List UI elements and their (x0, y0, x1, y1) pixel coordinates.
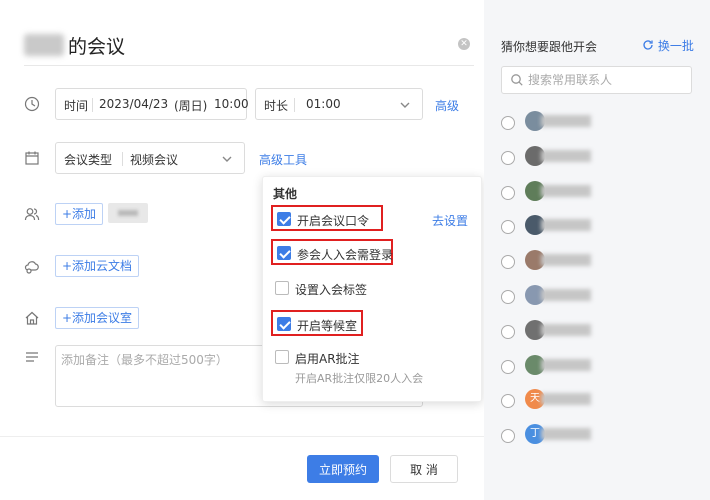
ar-annotation-note: 开启AR批注仅限20人入会 (295, 372, 424, 385)
suggestion-panel: 猜你想要跟他开会 换一批 天丁 (484, 0, 710, 500)
advanced-tools-link[interactable]: 高级工具 (259, 151, 307, 168)
meeting-type-value: 视频会议 (130, 153, 179, 167)
add-cloud-doc-button[interactable]: +添加云文档 (55, 255, 140, 277)
option-waiting-room[interactable]: 开启等候室 (271, 310, 363, 336)
checkbox-join-tag[interactable] (275, 281, 289, 295)
chevron-down-icon (400, 102, 410, 108)
checkbox-waiting-room[interactable] (277, 317, 291, 331)
option-label: 设置入会标签 (295, 283, 368, 297)
title-text: 的会议 (68, 36, 126, 58)
contact-name-redacted (541, 184, 591, 197)
contact-name-redacted (541, 149, 591, 162)
checkbox-login-required[interactable] (277, 246, 291, 260)
book-now-button[interactable]: 立即预约 (307, 455, 379, 483)
title-redacted (24, 34, 64, 56)
contact-item[interactable] (501, 145, 691, 170)
contact-search[interactable] (501, 66, 692, 94)
home-icon (25, 311, 39, 325)
clear-icon[interactable]: ✕ (458, 38, 470, 50)
contact-item[interactable]: 丁 (501, 424, 691, 448)
chevron-down-icon (222, 156, 232, 162)
advanced-tools-dropdown: 其他 开启会议口令 去设置 参会人入会需登录 设置入会标签 开启等候室 启用AR… (262, 176, 482, 402)
option-ar-annotation[interactable]: 启用AR批注 (271, 345, 401, 371)
time-picker[interactable]: 时间 2023/04/23 (周日) 10:00 (55, 88, 249, 120)
contact-radio[interactable] (501, 255, 515, 270)
suggestion-title: 猜你想要跟他开会 (501, 40, 598, 54)
duration-label: 时长 (264, 99, 289, 113)
option-label: 开启会议口令 (297, 214, 370, 228)
weekday-value: (周日) (174, 99, 208, 113)
go-settings-link[interactable]: 去设置 (432, 212, 468, 229)
dropdown-heading: 其他 (273, 187, 298, 201)
contact-radio[interactable] (501, 394, 515, 409)
option-label: 参会人入会需登录 (297, 248, 394, 262)
time-label: 时间 (64, 99, 89, 113)
contact-search-input[interactable] (528, 71, 686, 89)
contact-item[interactable] (501, 180, 691, 205)
contact-name-redacted (541, 358, 591, 371)
contact-item[interactable] (501, 354, 691, 379)
contact-item[interactable]: 天 (501, 389, 691, 413)
contact-item[interactable] (501, 111, 691, 135)
checkbox-meeting-password[interactable] (277, 212, 291, 226)
contact-item[interactable] (501, 250, 691, 274)
contact-name-redacted (541, 115, 591, 127)
contact-item[interactable] (501, 319, 691, 344)
duration-value: 01:00 (306, 97, 341, 111)
start-time-value: 10:00 (214, 97, 249, 111)
option-meeting-password[interactable]: 开启会议口令 (271, 205, 383, 231)
clock-icon (24, 96, 40, 112)
add-participant-button[interactable]: +添加 (55, 203, 104, 225)
option-join-tag[interactable]: 设置入会标签 (271, 276, 401, 302)
cloud-doc-icon (24, 261, 39, 274)
refresh-icon (643, 40, 653, 50)
contact-item[interactable] (501, 215, 691, 239)
contact-radio[interactable] (501, 290, 515, 304)
contact-radio[interactable] (501, 220, 515, 235)
search-icon (511, 74, 523, 86)
title-input[interactable]: 的会议 ✕ (24, 30, 474, 66)
contact-radio[interactable] (501, 116, 515, 130)
contact-radio[interactable] (501, 429, 515, 444)
calendar-icon (25, 151, 39, 165)
cancel-button[interactable]: 取 消 (390, 455, 458, 483)
users-icon (24, 208, 40, 221)
add-meeting-room-button[interactable]: +添加会议室 (55, 307, 140, 329)
notes-icon (26, 352, 38, 362)
meeting-type-select[interactable]: 会议类型 视频会议 (55, 142, 245, 174)
contact-name-redacted (541, 428, 591, 441)
contact-radio[interactable] (501, 359, 515, 374)
contact-name-redacted (541, 254, 591, 267)
contact-name-redacted (541, 289, 591, 301)
option-login-required[interactable]: 参会人入会需登录 (271, 239, 393, 265)
contact-item[interactable] (501, 285, 691, 309)
contact-radio[interactable] (501, 150, 515, 165)
contact-radio[interactable] (501, 324, 515, 339)
date-value: 2023/04/23 (99, 97, 169, 111)
refresh-batch-link[interactable]: 换一批 (642, 37, 694, 54)
checkbox-ar-annotation[interactable] (275, 350, 289, 364)
contact-radio[interactable] (501, 185, 515, 200)
advanced-link[interactable]: 高级 (435, 97, 459, 114)
contact-name-redacted (541, 323, 591, 336)
refresh-label: 换一批 (657, 39, 694, 53)
participant-chip (108, 203, 148, 223)
option-label: 开启等候室 (297, 319, 358, 333)
contact-name-redacted (541, 219, 591, 232)
option-label: 启用AR批注 (295, 352, 360, 366)
duration-select[interactable]: 时长 01:00 (255, 88, 423, 120)
contact-name-redacted (541, 393, 591, 406)
meeting-type-label: 会议类型 (64, 153, 113, 167)
